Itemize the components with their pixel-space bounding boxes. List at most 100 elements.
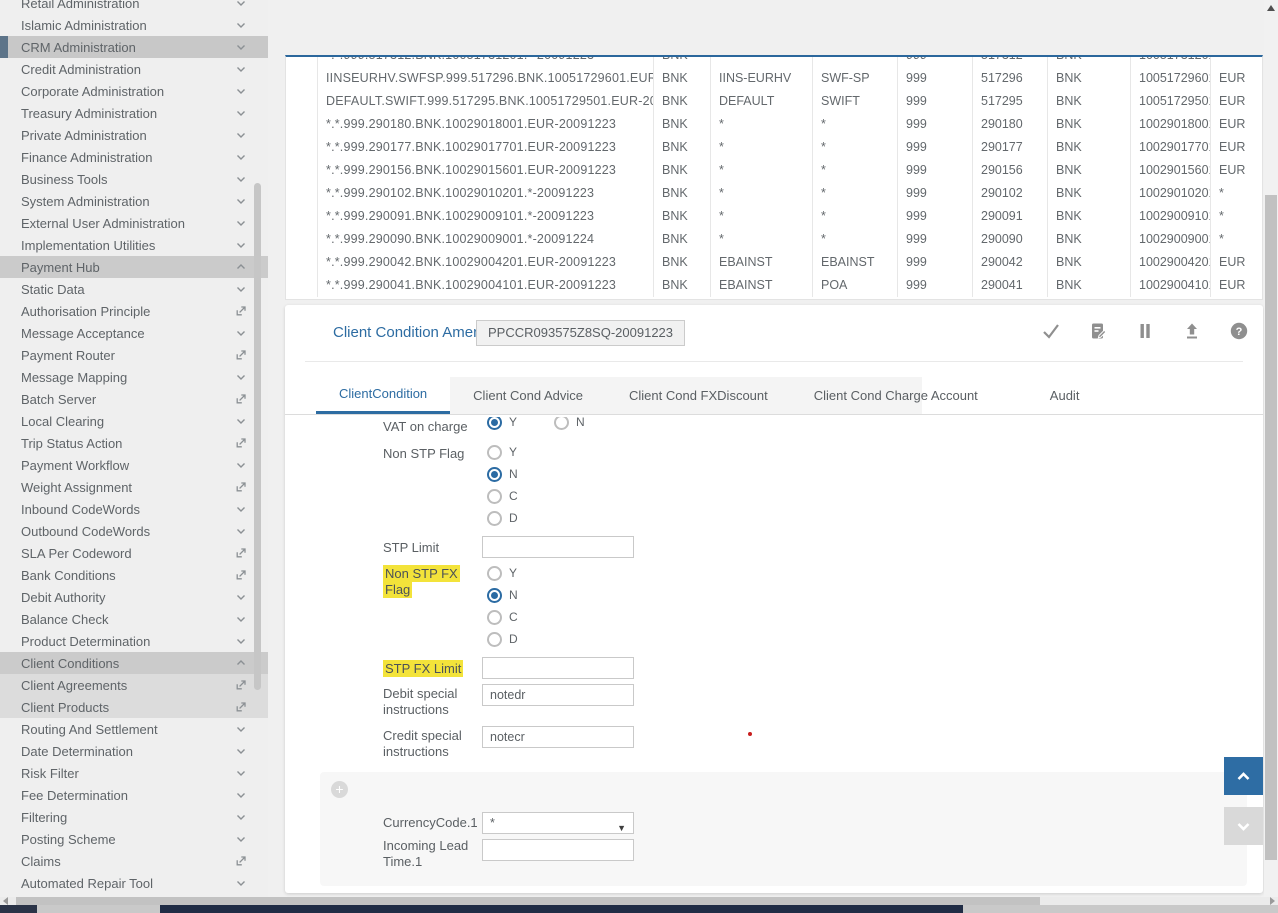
horizontal-scrollbar[interactable]: [0, 897, 1278, 905]
table-row[interactable]: *.*.999.290177.BNK.10029017701.EUR-20091…: [286, 136, 1262, 159]
sidebar-item-filtering[interactable]: Filtering: [0, 806, 268, 828]
add-row-icon[interactable]: +: [331, 781, 348, 798]
record-reference: PPCCR093575Z8SQ-20091223: [476, 320, 685, 346]
radio-nonstpfx-n[interactable]: [487, 588, 502, 603]
vertical-scrollbar[interactable]: [1264, 0, 1278, 897]
radio-vat-n[interactable]: [554, 417, 569, 430]
upload-icon[interactable]: [1182, 321, 1202, 341]
radio-nonstp-c[interactable]: [487, 489, 502, 504]
sidebar-scrollbar-thumb[interactable]: [254, 183, 261, 690]
debit-input[interactable]: [482, 684, 634, 706]
sidebar-item-crm-administration[interactable]: CRM Administration: [0, 36, 268, 58]
sidebar-item-batch-server[interactable]: Batch Server: [0, 388, 268, 410]
sidebar-item-weight-assignment[interactable]: Weight Assignment: [0, 476, 268, 498]
tab-client-cond-advice[interactable]: Client Cond Advice: [450, 377, 606, 415]
table-row[interactable]: *.*.999.290156.BNK.10029015601.EUR-20091…: [286, 159, 1262, 182]
sidebar-item-inbound-codewords[interactable]: Inbound CodeWords: [0, 498, 268, 520]
sidebar-item-balance-check[interactable]: Balance Check: [0, 608, 268, 630]
scroll-left-arrow-icon[interactable]: [3, 897, 8, 905]
sidebar-item-trip-status-action[interactable]: Trip Status Action: [0, 432, 268, 454]
table-row[interactable]: *.*.999.290042.BNK.10029004201.EUR-20091…: [286, 251, 1262, 274]
sidebar-item-date-determination[interactable]: Date Determination: [0, 740, 268, 762]
table-row[interactable]: *.*.999.290041.BNK.10029004101.EUR-20091…: [286, 274, 1262, 297]
sidebar-item-message-acceptance[interactable]: Message Acceptance: [0, 322, 268, 344]
sidebar-item-label: Local Clearing: [21, 414, 234, 429]
hold-pause-icon[interactable]: [1135, 321, 1155, 341]
approve-check-icon[interactable]: [1041, 321, 1061, 341]
highlighted-label-text: STP FX Limit: [383, 660, 463, 677]
sidebar-item-routing-and-settlement[interactable]: Routing And Settlement: [0, 718, 268, 740]
radio-nonstp-n[interactable]: [487, 467, 502, 482]
bottom-strip-light-right: [963, 905, 1278, 913]
sidebar-item-retail-administration[interactable]: Retail Administration: [0, 0, 268, 14]
radio-nonstp-y[interactable]: [487, 445, 502, 460]
table-cell: EUR: [1211, 274, 1263, 297]
currency-dropdown[interactable]: *▼: [482, 812, 634, 834]
sidebar-item-authorisation-principle[interactable]: Authorisation Principle: [0, 300, 268, 322]
sidebar-item-corporate-administration[interactable]: Corporate Administration: [0, 80, 268, 102]
sidebar-item-credit-administration[interactable]: Credit Administration: [0, 58, 268, 80]
leadtime-input[interactable]: [482, 839, 634, 861]
sidebar-item-sla-per-codeword[interactable]: SLA Per Codeword: [0, 542, 268, 564]
sidebar-item-posting-scheme[interactable]: Posting Scheme: [0, 828, 268, 850]
sidebar-item-bank-conditions[interactable]: Bank Conditions: [0, 564, 268, 586]
sidebar-item-outbound-codewords[interactable]: Outbound CodeWords: [0, 520, 268, 542]
sidebar-item-treasury-administration[interactable]: Treasury Administration: [0, 102, 268, 124]
table-cell: BNK: [654, 113, 711, 136]
help-icon[interactable]: ?: [1229, 321, 1249, 341]
sidebar-item-payment-router[interactable]: Payment Router: [0, 344, 268, 366]
table-row[interactable]: *.*.999.290102.BNK.10029010201.*-2009122…: [286, 182, 1262, 205]
sidebar-item-business-tools[interactable]: Business Tools: [0, 168, 268, 190]
sidebar-item-local-clearing[interactable]: Local Clearing: [0, 410, 268, 432]
stplimit-input[interactable]: [482, 536, 634, 558]
vertical-scrollbar-thumb[interactable]: [1265, 195, 1277, 860]
sidebar-item-automated-repair-tool[interactable]: Automated Repair Tool: [0, 872, 268, 894]
sidebar-item-payment-workflow[interactable]: Payment Workflow: [0, 454, 268, 476]
table-row[interactable]: IINSEURHV.SWFSP.999.517296.BNK.100517296…: [286, 67, 1262, 90]
radio-nonstpfx-c[interactable]: [487, 610, 502, 625]
tab-client-cond-charge-account[interactable]: Client Cond Charge Account: [791, 377, 1001, 415]
sidebar-item-payment-hub[interactable]: Payment Hub: [0, 256, 268, 278]
sidebar-item-islamic-administration[interactable]: Islamic Administration: [0, 14, 268, 36]
scroll-right-arrow-icon[interactable]: [1270, 897, 1275, 905]
chevron-down-icon: [234, 414, 248, 428]
scroll-to-top-button[interactable]: [1224, 757, 1263, 795]
table-row[interactable]: *.*.999.290090.BNK.10029009001.*-2009122…: [286, 228, 1262, 251]
sidebar-item-private-administration[interactable]: Private Administration: [0, 124, 268, 146]
credit-input[interactable]: [482, 726, 634, 748]
sidebar-item-client-products[interactable]: Client Products: [0, 696, 268, 718]
sidebar-item-static-data[interactable]: Static Data: [0, 278, 268, 300]
scroll-to-bottom-button[interactable]: [1224, 807, 1263, 845]
sidebar-item-finance-administration[interactable]: Finance Administration: [0, 146, 268, 168]
tab-clientcondition[interactable]: ClientCondition: [316, 377, 450, 415]
radio-nonstpfx-y[interactable]: [487, 566, 502, 581]
radio-nonstpfx-d[interactable]: [487, 632, 502, 647]
tab-audit[interactable]: Audit: [1027, 377, 1103, 415]
stpfxlimit-input[interactable]: [482, 657, 634, 679]
sidebar-item-product-determination[interactable]: Product Determination: [0, 630, 268, 652]
sidebar-item-implementation-utilities[interactable]: Implementation Utilities: [0, 234, 268, 256]
table-row[interactable]: *.*.999.517312.BNK.10051731201.*-2009122…: [286, 55, 1262, 67]
radio-nonstp-d[interactable]: [487, 511, 502, 526]
table-cell: EUR: [1211, 90, 1263, 113]
table-row[interactable]: *.*.999.290091.BNK.10029009101.*-2009122…: [286, 205, 1262, 228]
sidebar-item-debit-authority[interactable]: Debit Authority: [0, 586, 268, 608]
chevron-down-icon: [234, 876, 248, 890]
tab-client-cond-fxdiscount[interactable]: Client Cond FXDiscount: [606, 377, 791, 415]
sidebar-item-message-mapping[interactable]: Message Mapping: [0, 366, 268, 388]
scroll-up-arrow-icon[interactable]: [1267, 5, 1275, 11]
amend-note-icon[interactable]: [1088, 321, 1108, 341]
table-row[interactable]: *.*.999.290180.BNK.10029018001.EUR-20091…: [286, 113, 1262, 136]
table-cell: *.*.999.290177.BNK.10029017701.EUR-20091…: [318, 136, 654, 159]
sidebar-item-risk-filter[interactable]: Risk Filter: [0, 762, 268, 784]
radio-vat-y[interactable]: [487, 417, 502, 430]
horizontal-scrollbar-thumb[interactable]: [16, 897, 1040, 905]
sidebar-item-client-agreements[interactable]: Client Agreements: [0, 674, 268, 696]
sidebar-item-client-conditions[interactable]: Client Conditions: [0, 652, 268, 674]
sidebar-item-system-administration[interactable]: System Administration: [0, 190, 268, 212]
bottom-strip-dark-left: [0, 905, 37, 913]
sidebar-item-fee-determination[interactable]: Fee Determination: [0, 784, 268, 806]
sidebar-item-claims[interactable]: Claims: [0, 850, 268, 872]
sidebar-item-external-user-administration[interactable]: External User Administration: [0, 212, 268, 234]
table-row[interactable]: DEFAULT.SWIFT.999.517295.BNK.10051729501…: [286, 90, 1262, 113]
